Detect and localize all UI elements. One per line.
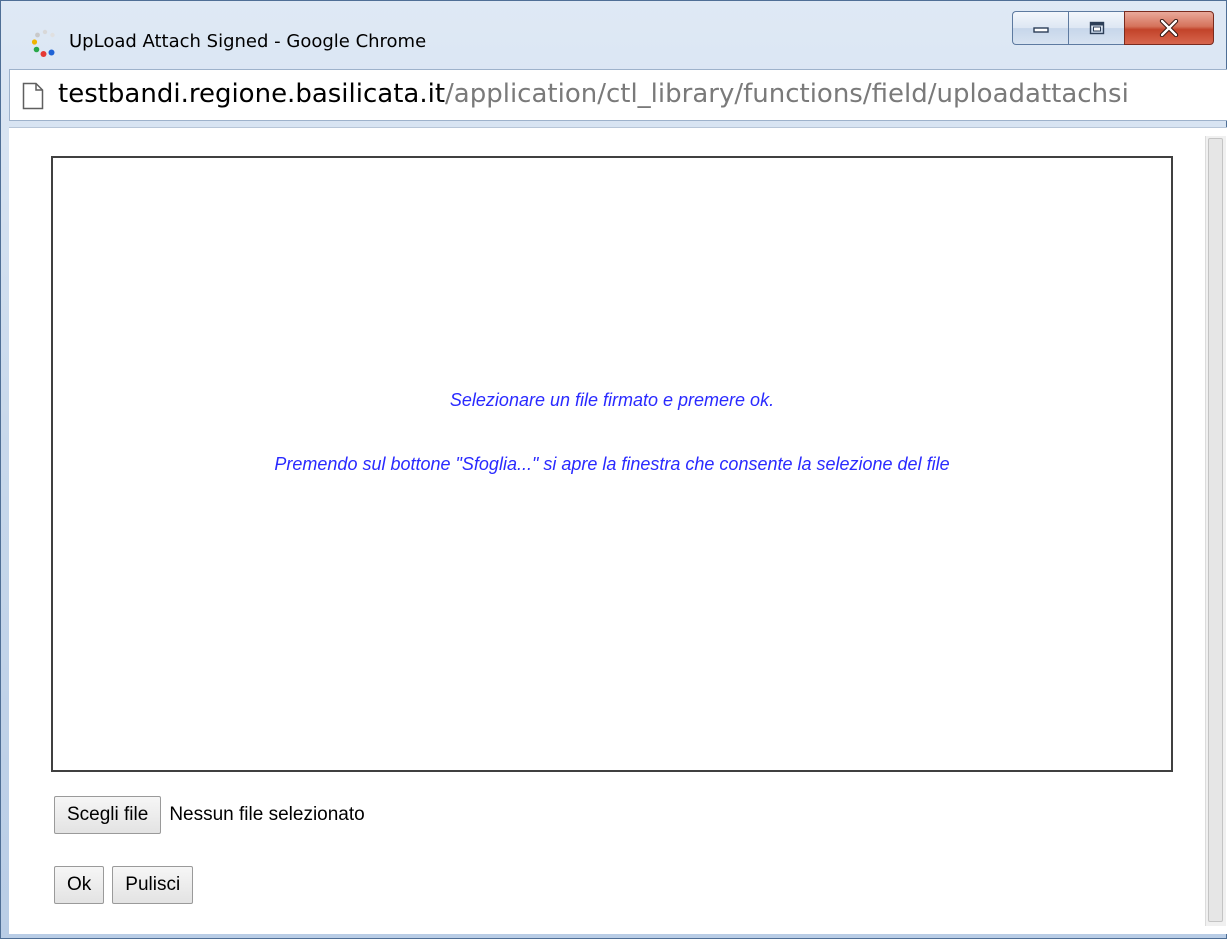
chrome-loading-icon	[31, 29, 55, 57]
maximize-button[interactable]	[1068, 11, 1124, 45]
close-icon	[1159, 19, 1179, 37]
window-controls	[1012, 11, 1214, 47]
file-status-text: Nessun file selezionato	[169, 804, 365, 825]
scrollbar-thumb[interactable]	[1208, 138, 1223, 922]
choose-file-button[interactable]: Scegli file	[54, 796, 162, 834]
vertical-scrollbar[interactable]	[1205, 136, 1226, 926]
close-button[interactable]	[1124, 11, 1214, 45]
url-host: testbandi.regione.basilicata.it	[58, 79, 446, 109]
title-bar[interactable]: UpLoad Attach Signed - Google Chrome	[1, 1, 1227, 61]
minimize-button[interactable]	[1012, 11, 1068, 45]
url-path: /application/ctl_library/functions/field…	[445, 79, 1129, 109]
file-input: Scegli file Nessun file selezionato	[54, 796, 365, 834]
page-content: Selezionare un file firmato e premere ok…	[9, 127, 1227, 934]
message-panel: Selezionare un file firmato e premere ok…	[51, 156, 1173, 772]
maximize-icon	[1089, 21, 1104, 35]
window-title: UpLoad Attach Signed - Google Chrome	[69, 31, 427, 52]
page-icon	[22, 82, 44, 110]
url-text: testbandi.regione.basilicata.it/applicat…	[58, 79, 1129, 109]
browse-hint-message: Premendo sul bottone "Sfoglia..." si apr…	[274, 454, 950, 474]
ok-button[interactable]: Ok	[54, 866, 105, 904]
minimize-icon	[1032, 27, 1049, 33]
browser-window: UpLoad Attach Signed - Google Chrome tes…	[0, 0, 1227, 939]
instruction-message: Selezionare un file firmato e premere ok…	[449, 390, 775, 410]
address-bar[interactable]: testbandi.regione.basilicata.it/applicat…	[9, 69, 1227, 121]
clear-button[interactable]: Pulisci	[112, 866, 194, 904]
action-buttons: Ok Pulisci	[54, 866, 194, 904]
